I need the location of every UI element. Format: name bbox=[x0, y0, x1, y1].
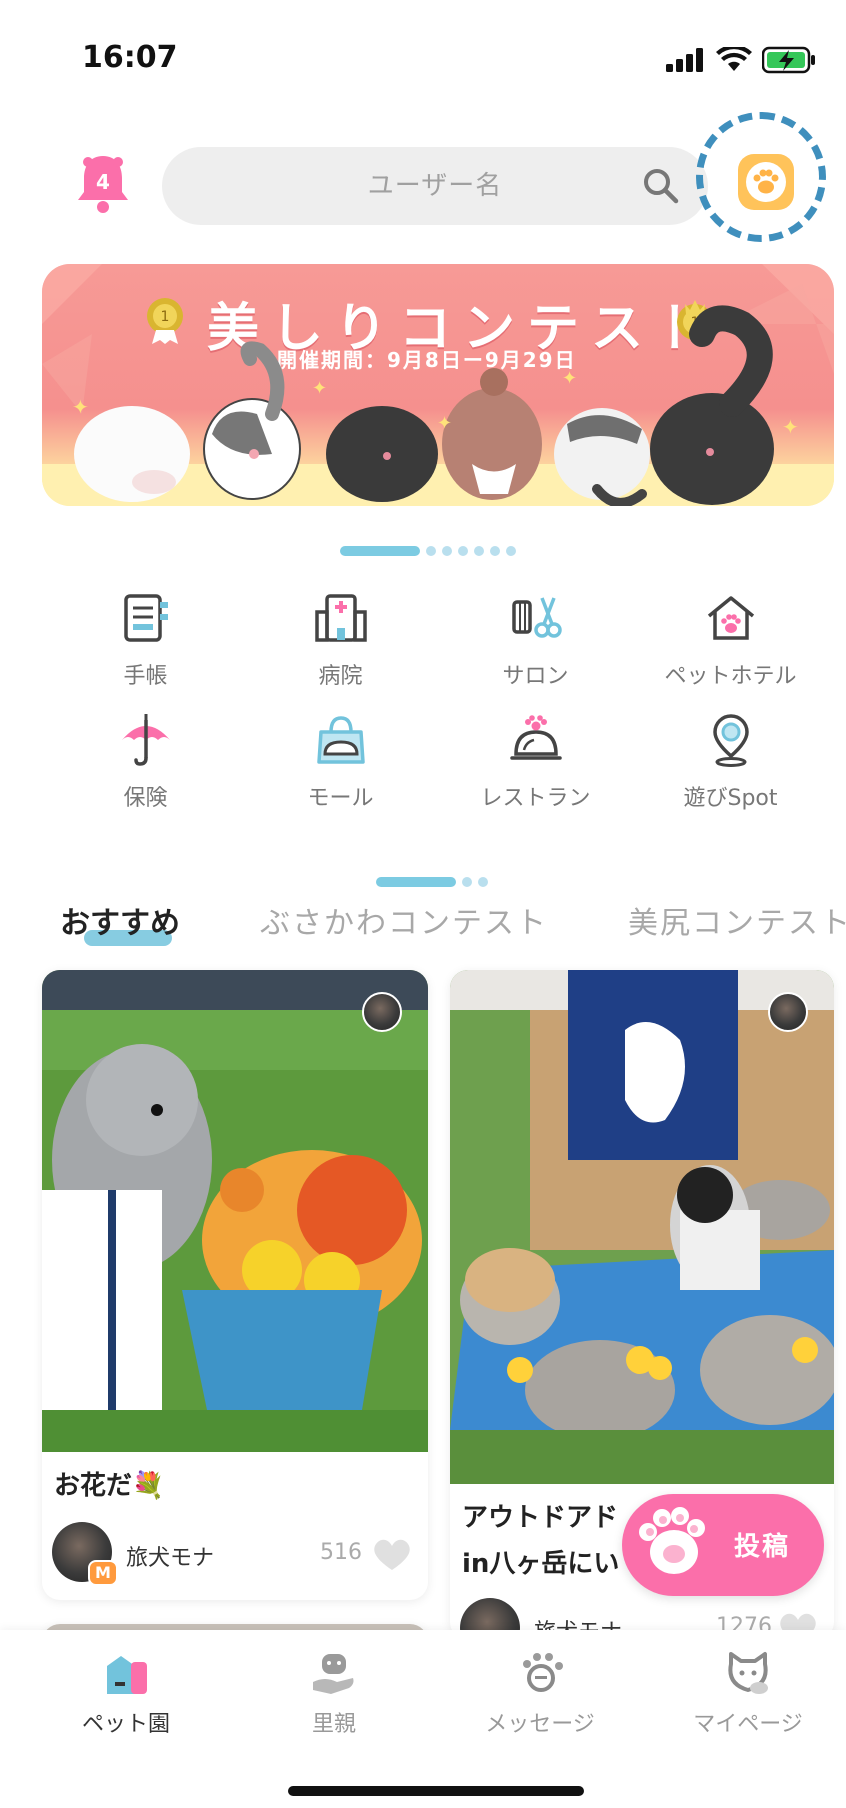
svg-text:✦: ✦ bbox=[312, 378, 327, 399]
post-corner-avatar bbox=[768, 992, 808, 1032]
home-indicator bbox=[288, 1786, 584, 1796]
pager-dot bbox=[478, 877, 488, 887]
tab-bishiri-contest[interactable]: 美尻コンテスト bbox=[628, 898, 846, 942]
pager-dot-active bbox=[376, 877, 456, 887]
location-pin-icon bbox=[712, 714, 749, 767]
nav-my-page[interactable]: マイページ bbox=[658, 1648, 838, 1738]
contest-banner[interactable]: 1 美しりコンテスト 1 開催期間：9月8日ー9月29日 ✦ ✦ ✦ ✦ ✦ bbox=[42, 264, 834, 506]
pager-dot bbox=[474, 546, 484, 556]
banner-pager[interactable] bbox=[340, 546, 516, 556]
svg-text:✦: ✦ bbox=[562, 368, 577, 389]
post-username[interactable]: 旅犬モナ bbox=[126, 1540, 214, 1572]
category-pet-hotel[interactable]: ペットホテル bbox=[633, 590, 828, 692]
pager-dot bbox=[462, 877, 472, 887]
status-time: 16:07 bbox=[82, 40, 178, 75]
hospital-icon bbox=[314, 594, 367, 642]
svg-text:✦: ✦ bbox=[782, 415, 799, 439]
search-input[interactable] bbox=[162, 147, 708, 225]
notification-count-badge: 4 bbox=[96, 170, 110, 194]
category-label: 病院 bbox=[318, 664, 363, 689]
category-label: サロン bbox=[502, 664, 569, 689]
nav-messages[interactable]: メッセージ bbox=[450, 1648, 630, 1738]
category-label: 保険 bbox=[123, 786, 168, 811]
category-label: 手帳 bbox=[123, 664, 168, 689]
pager-dot bbox=[426, 546, 436, 556]
tab-recommended[interactable]: おすすめ bbox=[60, 898, 180, 942]
pet-bottoms-illustration: ✦ ✦ ✦ ✦ ✦ bbox=[72, 305, 799, 506]
nav-label: 里親 bbox=[311, 1712, 356, 1737]
category-insurance[interactable]: 保険 bbox=[48, 712, 243, 814]
wifi-icon bbox=[716, 47, 752, 71]
pager-dot-active bbox=[340, 546, 420, 556]
category-mall[interactable]: モール bbox=[243, 712, 438, 814]
bottom-navigation: ペット園 里親 メッセージ マイページ bbox=[0, 1630, 846, 1808]
feed-tabs: おすすめ ぶさかわコンテスト 美尻コンテスト bbox=[60, 898, 846, 942]
pet-garden-icon bbox=[107, 1656, 147, 1694]
post-title-line2: in八ヶ岳にい bbox=[462, 1549, 620, 1579]
battery-charging-icon bbox=[762, 46, 815, 74]
category-notebook[interactable]: 手帳 bbox=[48, 590, 243, 692]
post-create-label: 投稿 bbox=[734, 1532, 791, 1562]
category-restaurant[interactable]: レストラン bbox=[438, 712, 633, 814]
nav-pet-garden[interactable]: ペット園 bbox=[36, 1648, 216, 1738]
category-play-spot[interactable]: 遊びSpot bbox=[633, 712, 828, 814]
post-card[interactable]: お花だ💐 M 旅犬モナ 516 bbox=[42, 970, 428, 1600]
search-icon[interactable] bbox=[642, 167, 680, 205]
paw-message-icon bbox=[523, 1653, 563, 1692]
shopping-bag-icon bbox=[316, 716, 365, 764]
search-bar bbox=[162, 147, 708, 225]
tab-busakawa-contest[interactable]: ぶさかわコンテスト bbox=[260, 898, 548, 942]
status-icons bbox=[666, 46, 816, 74]
post-title: お花だ💐 bbox=[54, 1471, 165, 1501]
nav-foster[interactable]: 里親 bbox=[244, 1648, 424, 1738]
post-create-button[interactable]: 投稿 bbox=[622, 1494, 824, 1596]
pet-hotel-icon bbox=[707, 596, 754, 640]
svg-text:✦: ✦ bbox=[72, 395, 89, 419]
cat-face-icon bbox=[728, 1652, 768, 1694]
category-label: レストラン bbox=[480, 786, 591, 811]
category-hospital[interactable]: 病院 bbox=[243, 590, 438, 692]
notebook-icon bbox=[123, 594, 168, 642]
pager-dot bbox=[442, 546, 452, 556]
paw-icon bbox=[746, 162, 786, 202]
nav-label: ペット園 bbox=[81, 1712, 170, 1737]
post-corner-avatar bbox=[362, 992, 402, 1032]
svg-text:✦: ✦ bbox=[437, 413, 452, 434]
user-badge: M bbox=[88, 1560, 118, 1586]
post-title-line1: アウトドアド bbox=[462, 1503, 619, 1533]
category-label: モール bbox=[307, 786, 374, 811]
category-salon[interactable]: サロン bbox=[438, 590, 633, 692]
pager-dot bbox=[458, 546, 468, 556]
nav-label: マイページ bbox=[693, 1712, 803, 1737]
category-label: ペットホテル bbox=[664, 664, 797, 689]
restaurant-cloche-icon bbox=[509, 715, 562, 760]
category-grid: 手帳 病院 サロン ペットホテル 保険 モール レストラン 遊びSpot bbox=[48, 590, 828, 814]
status-bar: 16:07 bbox=[0, 0, 846, 110]
foster-hand-icon bbox=[313, 1654, 354, 1694]
heart-icon[interactable] bbox=[372, 1536, 412, 1572]
post-image bbox=[450, 970, 834, 1484]
category-pager[interactable] bbox=[376, 877, 488, 887]
like-count: 516 bbox=[320, 1540, 362, 1565]
profile-avatar-button[interactable] bbox=[738, 154, 794, 210]
notification-bell-button[interactable]: 4 bbox=[74, 152, 132, 214]
category-label: 遊びSpot bbox=[683, 786, 778, 811]
pager-dot bbox=[506, 546, 516, 556]
pager-dot bbox=[490, 546, 500, 556]
post-image bbox=[42, 970, 428, 1452]
nav-label: メッセージ bbox=[485, 1712, 595, 1737]
salon-icon bbox=[511, 597, 562, 638]
cellular-signal-icon bbox=[666, 48, 703, 72]
paw-print-icon bbox=[639, 1507, 705, 1574]
insurance-umbrella-icon bbox=[121, 714, 170, 766]
